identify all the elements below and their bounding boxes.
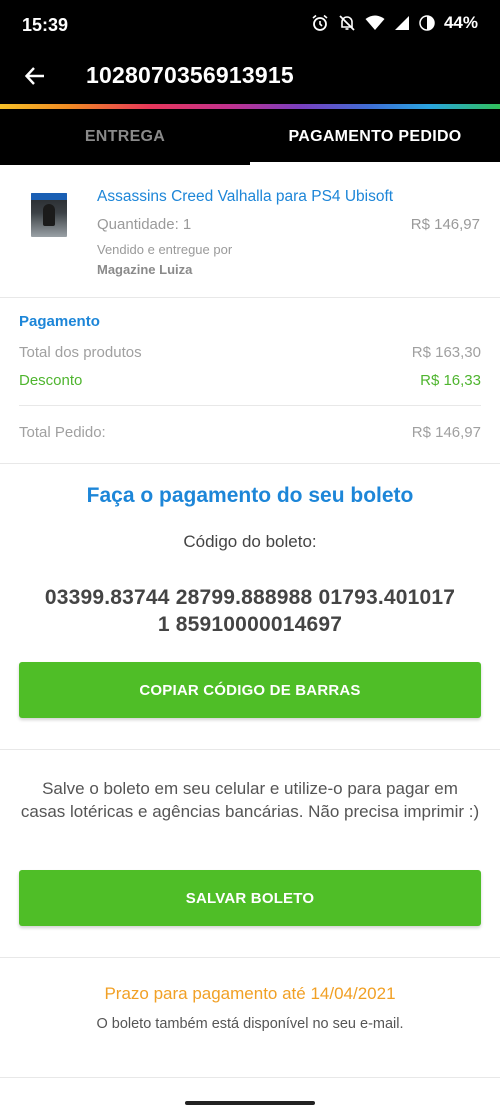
signal-icon: [394, 15, 410, 31]
wifi-icon: [365, 15, 385, 31]
home-indicator[interactable]: [185, 1101, 315, 1105]
tab-bar: ENTREGA PAGAMENTO PEDIDO: [0, 109, 500, 165]
divider: [0, 957, 500, 958]
bell-off-icon: [338, 14, 356, 32]
divider: [0, 463, 500, 464]
discount-value: R$ 16,33: [420, 372, 481, 389]
total-order-value: R$ 146,97: [411, 424, 481, 441]
product-price: R$ 146,97: [410, 216, 480, 233]
battery-level: 44%: [443, 13, 478, 32]
total-order-label: Total Pedido:: [19, 424, 106, 441]
back-button[interactable]: [20, 63, 50, 93]
arrow-left-icon: [24, 65, 46, 92]
save-boleto-button[interactable]: SALVAR BOLETO: [19, 870, 481, 926]
tab-entrega[interactable]: ENTREGA: [0, 109, 250, 165]
boleto-code-label: Código do boleto:: [183, 532, 317, 551]
discount-label: Desconto: [19, 372, 83, 389]
boleto-code-line2: 1 85910000014697: [157, 613, 343, 636]
product-quantity: Quantidade: 1: [97, 216, 192, 233]
total-products-label: Total dos produtos: [19, 344, 142, 361]
product-thumbnail: [31, 193, 67, 237]
divider: [19, 405, 481, 406]
payment-deadline: Prazo para pagamento até 14/04/2021: [104, 984, 396, 1003]
alarm-icon: [311, 14, 329, 32]
email-note: O boleto também está disponível no seu e…: [96, 1016, 404, 1032]
product-item[interactable]: Assassins Creed Valhalla para PS4 Ubisof…: [0, 165, 500, 297]
copy-barcode-button[interactable]: COPIAR CÓDIGO DE BARRAS: [19, 662, 481, 718]
total-products-value: R$ 163,30: [411, 344, 481, 361]
boleto-code: 03399.83744 28799.888988 01793.401017 1 …: [0, 584, 500, 638]
order-id: 1028070356913915: [86, 62, 294, 88]
status-icons: 44%: [311, 13, 478, 33]
payment-summary: Pagamento Total dos produtos R$ 163,30 D…: [0, 298, 500, 463]
sold-by-label: Vendido e entregue por: [97, 242, 233, 257]
tab-pagamento-pedido[interactable]: PAGAMENTO PEDIDO: [250, 109, 500, 165]
seller-name: Magazine Luiza: [97, 262, 193, 277]
status-bar: 15:39 44%: [0, 0, 500, 52]
payment-title: Pagamento: [19, 313, 100, 330]
app-bar: 1028070356913915: [0, 52, 500, 104]
divider: [0, 749, 500, 750]
save-boleto-text: Salve o boleto em seu celular e utilize-…: [20, 779, 480, 821]
battery-icon: [419, 15, 435, 31]
boleto-title: Faça o pagamento do seu boleto: [86, 484, 414, 507]
product-title[interactable]: Assassins Creed Valhalla para PS4 Ubisof…: [97, 188, 393, 206]
divider: [0, 1077, 500, 1078]
status-time: 15:39: [22, 15, 69, 35]
boleto-code-line1: 03399.83744 28799.888988 01793.401017: [44, 586, 456, 609]
